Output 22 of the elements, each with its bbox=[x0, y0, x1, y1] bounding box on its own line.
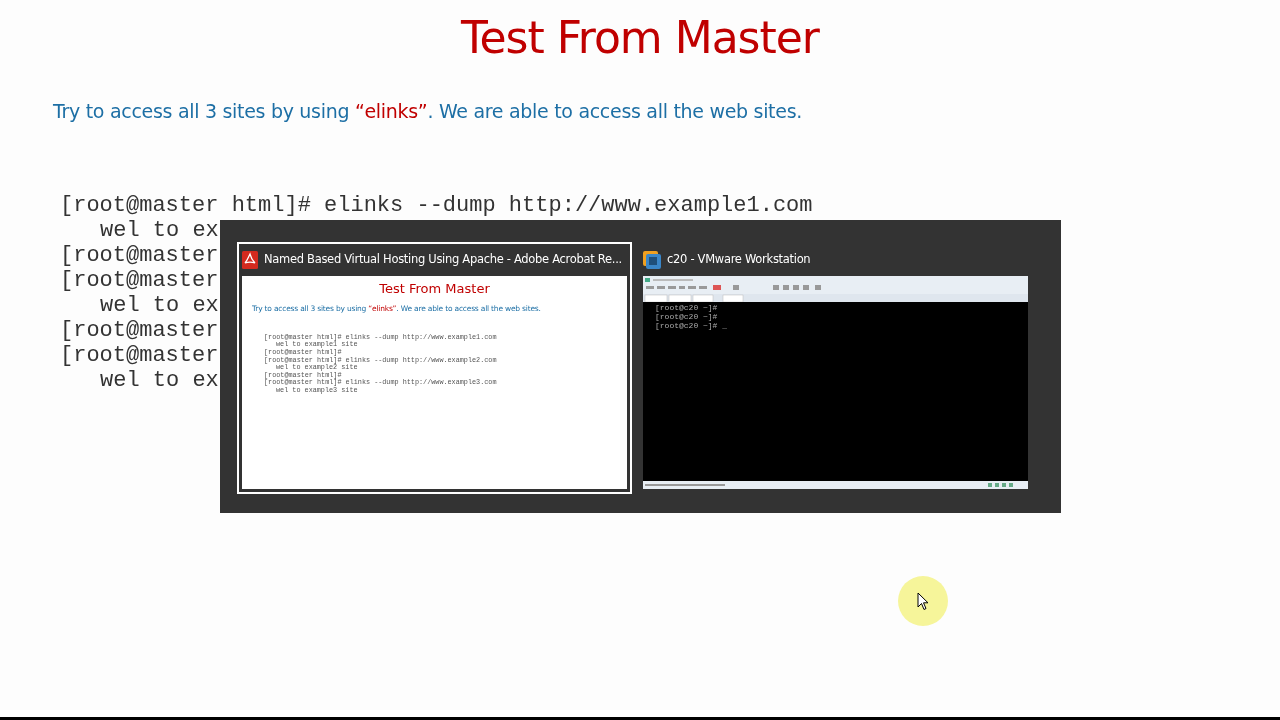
terminal-line: wel to ex bbox=[99, 218, 219, 244]
subtitle-text: Try to access all 3 sites by using bbox=[53, 99, 351, 122]
terminal-line: [root@master bbox=[60, 268, 219, 294]
terminal-line: [root@master bbox=[60, 243, 219, 269]
terminal-line: [root@master bbox=[60, 318, 219, 344]
terminal-line: [root@c20 ~]# _ bbox=[655, 321, 728, 330]
terminal-line: [root@c20 ~]# bbox=[655, 312, 719, 321]
slide-title: Test From Master bbox=[460, 11, 821, 65]
terminal-line: [root@c20 ~]# bbox=[655, 303, 719, 312]
terminal-line: [root@master bbox=[60, 343, 219, 369]
pdf-icon bbox=[242, 251, 258, 269]
terminal-line: wel to ex bbox=[99, 293, 219, 319]
window-title: Named Based Virtual Hosting Using Apache - Adobe Acrobat Re... bbox=[264, 251, 622, 269]
cursor-icon bbox=[917, 591, 929, 611]
app-icon bbox=[643, 251, 661, 269]
slide-title: Test From Master bbox=[378, 280, 491, 298]
terminal-line: wel to ex bbox=[99, 368, 219, 394]
terminal-line: [root@master html]# elinks --dump http://www.example1.com bbox=[60, 193, 813, 219]
subtitle-text: . We are able to access all the web sites. bbox=[427, 99, 802, 122]
window-thumbnail[interactable] bbox=[237, 242, 632, 494]
subtitle-text: “elinks” bbox=[354, 99, 428, 122]
window-title: c20 - VMware Workstation bbox=[667, 251, 811, 269]
